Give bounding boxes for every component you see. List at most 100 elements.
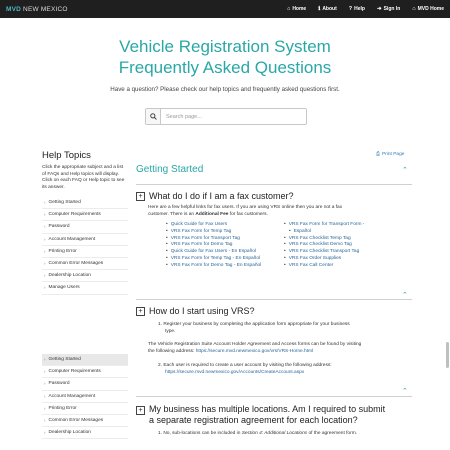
faq-answer-fragment: 1. No, sub-locations can be included in bbox=[158, 431, 242, 436]
sidebar-item-account-management[interactable]: › Account Management bbox=[42, 234, 128, 246]
faq-question-start-vrs[interactable]: + How do I start using VRS? bbox=[136, 306, 255, 316]
fax-link[interactable]: VRS Fax Form for Demo Tag - En Español bbox=[166, 263, 284, 270]
print-page-label: Print Page bbox=[382, 151, 405, 157]
sidebar-item-dealership-location[interactable]: › Dealership Location bbox=[42, 270, 128, 283]
faq-answer-text: Here are a few helpful links for fax use… bbox=[148, 205, 342, 218]
nav-about-link[interactable]: ℹ About bbox=[318, 6, 337, 12]
nav-sign-in-label: Sign In bbox=[383, 6, 401, 12]
chevron-right-icon: › bbox=[44, 248, 46, 254]
faq-answer-line: customer. There is an Additional Fee for… bbox=[148, 212, 342, 219]
nav-help-link[interactable]: ? Help bbox=[349, 6, 365, 12]
sidebar-item-label: Printing Error bbox=[48, 405, 77, 411]
search-button[interactable] bbox=[146, 109, 161, 124]
sidebar-item-getting-started[interactable]: › Getting Started bbox=[42, 197, 128, 210]
sidebar-item-label: Computer Requirements bbox=[48, 212, 101, 218]
scrollbar-thumb[interactable] bbox=[446, 342, 449, 368]
brand-logo[interactable]: MVD NEW MEXICO bbox=[6, 6, 68, 13]
sidebar-item-account-management[interactable]: › Account Management bbox=[42, 391, 128, 403]
help-icon: ? bbox=[348, 6, 353, 12]
sidebar-item-manage-users[interactable]: › Manage Users bbox=[42, 282, 128, 295]
fax-link[interactable]: VRS Fax Call Center bbox=[284, 263, 402, 270]
print-page-link[interactable]: ⎙ Print Page bbox=[376, 151, 404, 157]
nav-mvd-home-label: MVD Home bbox=[417, 6, 444, 12]
sign-in-icon: ➜ bbox=[376, 6, 382, 12]
faq-answer-step-2: 2. Each user is required to create a use… bbox=[158, 363, 332, 376]
fax-link-continued[interactable]: Español bbox=[284, 229, 402, 236]
help-topics-title: Help Topics bbox=[42, 150, 91, 161]
faq-answer-step-1: 1. Register your business by completing … bbox=[158, 322, 350, 335]
brand-mvd: MVD bbox=[6, 5, 22, 13]
chevron-right-icon: › bbox=[44, 212, 46, 218]
faq-answer-line: the following address: https://secure.mv… bbox=[148, 349, 361, 356]
sidebar-item-password[interactable]: › Password bbox=[42, 221, 128, 234]
divider bbox=[136, 184, 412, 185]
sidebar-item-label: Account Management bbox=[48, 236, 96, 242]
faq-question-title: My business has multiple locations. Am I… bbox=[149, 404, 385, 426]
chevron-right-icon: › bbox=[44, 273, 46, 279]
chevron-right-icon: › bbox=[44, 224, 46, 230]
sidebar-item-label: Manage Users bbox=[48, 285, 80, 291]
chevron-right-icon: › bbox=[44, 357, 46, 363]
help-topics-sidebar: Help Topics Click the appropriate subjec… bbox=[42, 150, 128, 295]
faq-answer-line: The Vehicle Registration Suite Account H… bbox=[148, 342, 362, 347]
sidebar-item-printing-error[interactable]: › Printing Error bbox=[42, 403, 128, 415]
sidebar-item-common-error-messages[interactable]: › Common Error Messages bbox=[42, 415, 128, 428]
top-navbar: MVD NEW MEXICO ⌂ Home ℹ About ? Help ➜ S… bbox=[0, 0, 450, 18]
brand-new-mexico: NEW MEXICO bbox=[23, 5, 68, 13]
expand-icon: + bbox=[136, 406, 145, 415]
chevron-right-icon: › bbox=[44, 393, 46, 399]
faq-answer-line: Here are a few helpful links for fax use… bbox=[148, 205, 343, 210]
sidebar-item-label: Dealership Location bbox=[48, 273, 91, 279]
chevron-up-icon[interactable]: ⌃ bbox=[402, 291, 408, 299]
fax-link[interactable]: VRS Fax Checklist Transport Tag bbox=[284, 249, 402, 256]
faq-question-title: How do I start using VRS? bbox=[149, 306, 255, 316]
sidebar-item-label: Computer Requirements bbox=[48, 369, 101, 375]
chevron-right-icon: › bbox=[44, 369, 46, 375]
sidebar-item-computer-requirements[interactable]: › Computer Requirements bbox=[42, 366, 128, 379]
page-title: Vehicle Registration System Frequently A… bbox=[0, 36, 450, 78]
sidebar-item-label: Dealership Location bbox=[48, 430, 91, 436]
chevron-right-icon: › bbox=[44, 285, 46, 291]
section-reference: Section 4: Additional Locations bbox=[241, 431, 308, 436]
fax-link[interactable]: Quick Guide for Fax Users - En Español bbox=[166, 249, 284, 256]
chevron-right-icon: › bbox=[44, 418, 46, 424]
help-topics-description: Click the appropriate subject and a list… bbox=[42, 165, 125, 190]
sidebar-item-label: Getting Started bbox=[48, 200, 81, 206]
create-account-link[interactable]: https://secure.mvd.newmexico.gov/Account… bbox=[158, 370, 332, 377]
info-icon: ℹ bbox=[318, 6, 321, 12]
sidebar-item-printing-error[interactable]: › Printing Error bbox=[42, 246, 128, 258]
fax-link[interactable]: VRS Fax Form for Transport Form - bbox=[284, 222, 402, 229]
faq-answer-fragment: customer. There is an bbox=[148, 211, 196, 217]
nav-home-link[interactable]: ⌂ Home bbox=[287, 6, 306, 12]
sidebar-item-password[interactable]: › Password bbox=[42, 378, 128, 391]
faq-question-fax[interactable]: + What do I do if I am a fax customer? bbox=[136, 191, 294, 201]
section-getting-started: Getting Started bbox=[136, 164, 412, 175]
chevron-up-icon[interactable]: ⌃ bbox=[402, 387, 408, 395]
sidebar-item-computer-requirements[interactable]: › Computer Requirements bbox=[42, 209, 128, 222]
home-icon: ⌂ bbox=[412, 6, 416, 12]
home-icon: ⌂ bbox=[286, 6, 291, 12]
chevron-right-icon: › bbox=[44, 236, 46, 242]
fax-link[interactable]: Quick Guide for Fax Users bbox=[166, 222, 284, 229]
faq-answer-line: 1. Register your business by completing … bbox=[158, 322, 350, 327]
section-title: Getting Started bbox=[136, 164, 204, 175]
help-topics-list-sticky: › Getting Started › Computer Requirements … bbox=[42, 354, 128, 440]
faq-answer-fragment: for fax customers. bbox=[228, 211, 268, 217]
chevron-up-icon[interactable]: ⌃ bbox=[402, 166, 408, 174]
fax-link[interactable]: VRS Fax Form for Temp Tag - En Español bbox=[166, 256, 284, 263]
vrs-home-link[interactable]: https://secure.mvd.newmexico.gov/vrs/VRS… bbox=[196, 349, 313, 354]
search-icon bbox=[149, 113, 157, 120]
search-input[interactable] bbox=[161, 109, 301, 124]
page-title-line-2: Frequently Asked Questions bbox=[118, 58, 332, 77]
sidebar-item-getting-started[interactable]: › Getting Started bbox=[42, 354, 128, 367]
sidebar-item-common-error-messages[interactable]: › Common Error Messages bbox=[42, 258, 128, 271]
fax-link[interactable]: VRS Fax Order Supplies bbox=[284, 256, 402, 263]
faq-answer-note: The Vehicle Registration Suite Account H… bbox=[148, 342, 361, 355]
faq-question-multiple-locations[interactable]: + My business has multiple locations. Am… bbox=[136, 404, 385, 426]
sidebar-item-dealership-location[interactable]: › Dealership Location bbox=[42, 427, 128, 440]
chevron-right-icon: › bbox=[44, 405, 46, 411]
faq-question-title-line-2: a separate registration agreement for ea… bbox=[149, 415, 358, 425]
nav-mvd-home-link[interactable]: ⌂ MVD Home bbox=[412, 6, 444, 12]
nav-sign-in-link[interactable]: ➜ Sign In bbox=[377, 6, 400, 12]
fax-link[interactable]: VRS Fax Form for Temp Tag bbox=[166, 229, 284, 236]
